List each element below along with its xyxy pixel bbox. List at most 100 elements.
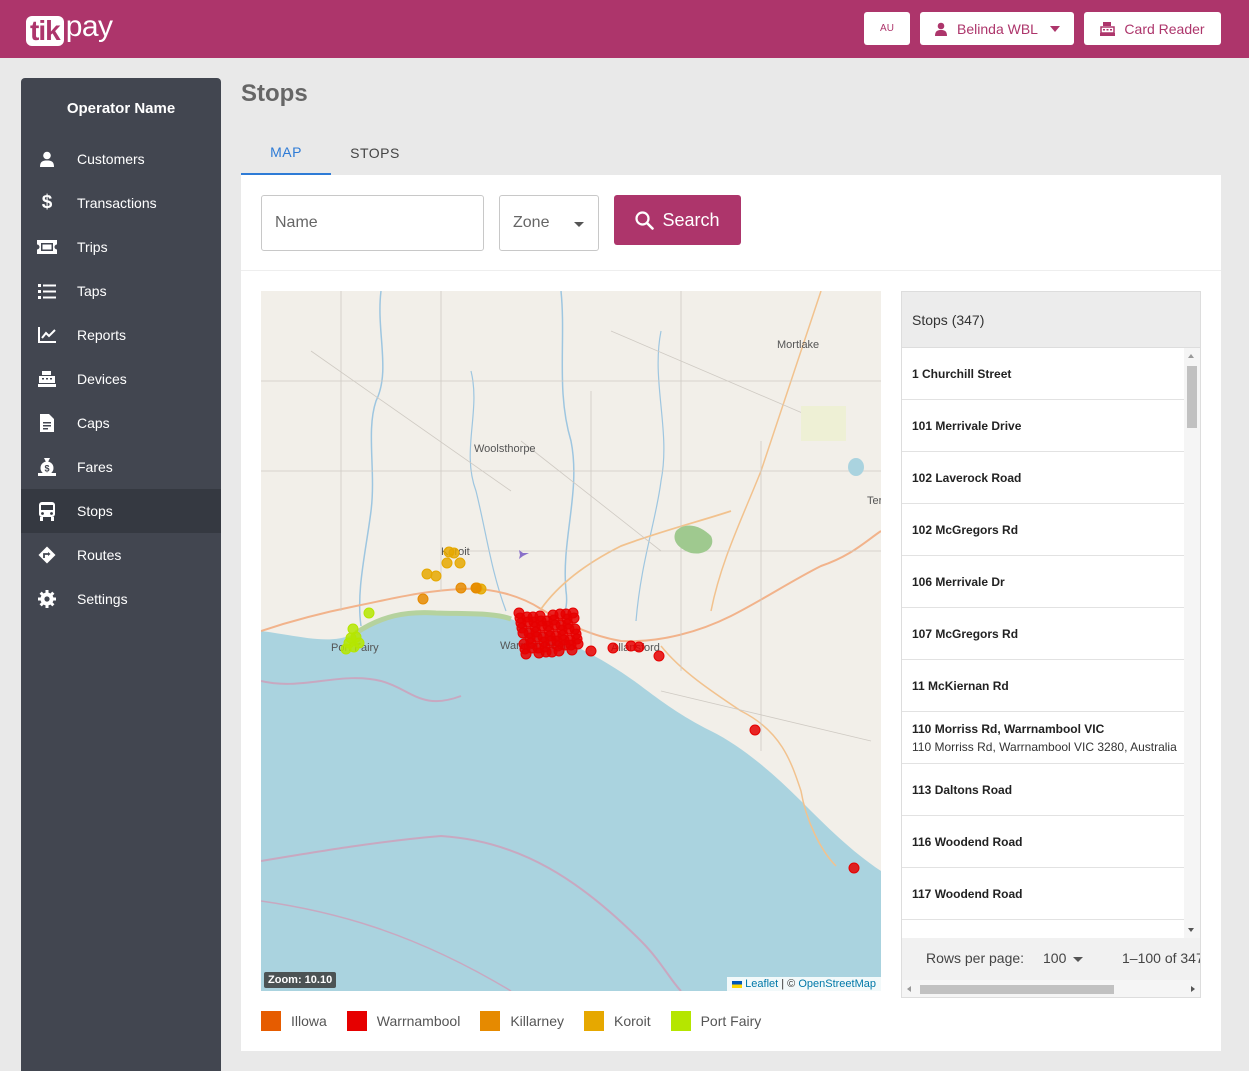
list-item[interactable]: 107 McGregors Rd: [902, 608, 1184, 660]
chart-line-icon: [37, 325, 57, 345]
stop-marker[interactable]: [554, 608, 566, 620]
stop-marker[interactable]: [531, 631, 543, 643]
list-item[interactable]: 116 Woodend Road: [902, 816, 1184, 868]
person-icon: [935, 22, 948, 36]
tikpay-logo[interactable]: tik pay: [26, 10, 113, 46]
stops-map[interactable]: Mortlake Woolsthorpe Koroit Warrnambool …: [261, 291, 881, 991]
region-button[interactable]: AU: [864, 12, 910, 45]
page-range: 1–100 of 347: [1122, 950, 1201, 966]
search-button[interactable]: Search: [614, 195, 741, 245]
zone-select[interactable]: Zone: [499, 195, 599, 251]
stop-marker[interactable]: [470, 582, 482, 594]
sidebar: Operator Name Customers $ Transactions T…: [21, 78, 221, 1071]
list-item[interactable]: 106 Merrivale Dr: [902, 556, 1184, 608]
stop-marker[interactable]: [607, 642, 619, 654]
stop-marker[interactable]: [572, 638, 584, 650]
stop-marker[interactable]: [517, 627, 529, 639]
stop-marker[interactable]: [363, 607, 375, 619]
sidebar-item-settings[interactable]: Settings: [21, 577, 221, 621]
name-input[interactable]: Name: [261, 195, 484, 251]
stop-marker[interactable]: [848, 862, 860, 874]
scroll-up-icon[interactable]: [1188, 354, 1194, 358]
stop-marker[interactable]: [568, 612, 580, 624]
osm-link[interactable]: OpenStreetMap: [798, 978, 876, 990]
stop-marker[interactable]: [563, 623, 575, 635]
stop-marker[interactable]: [633, 641, 645, 653]
stop-marker[interactable]: [417, 593, 429, 605]
legend-swatch: [584, 1011, 605, 1031]
sidebar-item-trips[interactable]: Trips: [21, 225, 221, 269]
tab-map[interactable]: MAP: [241, 130, 331, 175]
legend-label: Illowa: [291, 1013, 327, 1029]
user-name: Belinda WBL: [957, 20, 1038, 37]
stops-list[interactable]: 1 Churchill Street 101 Merrivale Drive 1…: [902, 348, 1184, 938]
stop-marker[interactable]: [441, 557, 453, 569]
stop-marker[interactable]: [430, 570, 442, 582]
stop-marker[interactable]: [545, 635, 557, 647]
sidebar-item-stops[interactable]: Stops: [21, 489, 221, 533]
logo-pay: pay: [65, 10, 113, 43]
stop-marker[interactable]: [559, 639, 571, 651]
scroll-right-icon[interactable]: [1191, 986, 1195, 992]
zoom-badge: Zoom: 10.10: [264, 972, 337, 988]
list-item[interactable]: 110 Morriss Rd, Warrnambool VIC 110 Morri…: [902, 712, 1184, 764]
list-icon: [37, 281, 57, 301]
sidebar-item-transactions[interactable]: $ Transactions: [21, 181, 221, 225]
stop-name: 106 Merrivale Dr: [912, 574, 1005, 589]
sidebar-item-devices[interactable]: Devices: [21, 357, 221, 401]
list-item[interactable]: [902, 920, 1184, 938]
sidebar-item-label: Devices: [77, 371, 127, 387]
scroll-left-icon[interactable]: [907, 986, 911, 992]
stop-marker[interactable]: [448, 547, 460, 559]
stops-header: Stops (347): [902, 292, 1200, 348]
tab-stops[interactable]: STOPS: [331, 130, 419, 175]
scroll-down-icon[interactable]: [1188, 928, 1194, 932]
stop-name: 1 Churchill Street: [912, 366, 1012, 381]
sidebar-item-label: Fares: [77, 459, 113, 475]
stop-name: 117 Woodend Road: [912, 886, 1023, 901]
list-item[interactable]: 102 Laverock Road: [902, 452, 1184, 504]
stop-markers: [340, 546, 860, 874]
top-bar: tik pay AU Belinda WBL Card Reader: [0, 0, 1249, 58]
stop-marker[interactable]: [749, 724, 761, 736]
stop-marker[interactable]: [536, 620, 548, 632]
list-item[interactable]: 101 Merrivale Drive: [902, 400, 1184, 452]
chevron-down-icon: [1049, 25, 1060, 32]
stop-marker[interactable]: [653, 650, 665, 662]
money-bag-icon: $: [37, 457, 57, 477]
sidebar-item-customers[interactable]: Customers: [21, 137, 221, 181]
stop-marker[interactable]: [454, 557, 466, 569]
scrollbar-thumb[interactable]: [1187, 366, 1197, 428]
scrollbar-thumb[interactable]: [920, 985, 1114, 994]
sidebar-item-routes[interactable]: Routes: [21, 533, 221, 577]
legend-label: Koroit: [614, 1013, 651, 1029]
horizontal-scrollbar[interactable]: [902, 980, 1200, 997]
ticket-icon: [37, 237, 57, 257]
bus-icon: [37, 501, 57, 521]
sidebar-item-fares[interactable]: $ Fares: [21, 445, 221, 489]
leaflet-link[interactable]: Leaflet: [745, 978, 778, 990]
stop-marker[interactable]: [421, 568, 433, 580]
sidebar-item-caps[interactable]: Caps: [21, 401, 221, 445]
sidebar-item-label: Reports: [77, 327, 127, 343]
list-item[interactable]: 117 Woodend Road: [902, 868, 1184, 920]
list-item[interactable]: 11 McKiernan Rd: [902, 660, 1184, 712]
sidebar-item-label: Customers: [77, 151, 145, 167]
stop-marker[interactable]: [455, 582, 467, 594]
user-menu-button[interactable]: Belinda WBL: [920, 12, 1074, 45]
vertical-scrollbar[interactable]: [1184, 348, 1200, 938]
stop-marker[interactable]: [526, 642, 538, 654]
stop-marker[interactable]: [549, 619, 561, 631]
list-item[interactable]: 1 Churchill Street: [902, 348, 1184, 400]
rows-per-page-select[interactable]: 100: [1043, 950, 1066, 966]
stop-marker[interactable]: [522, 616, 534, 628]
stop-marker[interactable]: [345, 632, 357, 644]
sidebar-item-taps[interactable]: Taps: [21, 269, 221, 313]
list-item[interactable]: 113 Daltons Road: [902, 764, 1184, 816]
chevron-down-icon[interactable]: [1073, 957, 1083, 962]
sidebar-item-reports[interactable]: Reports: [21, 313, 221, 357]
card-reader-button[interactable]: Card Reader: [1084, 12, 1221, 45]
stop-marker[interactable]: [540, 646, 552, 658]
stop-marker[interactable]: [585, 645, 597, 657]
list-item[interactable]: 102 McGregors Rd: [902, 504, 1184, 556]
